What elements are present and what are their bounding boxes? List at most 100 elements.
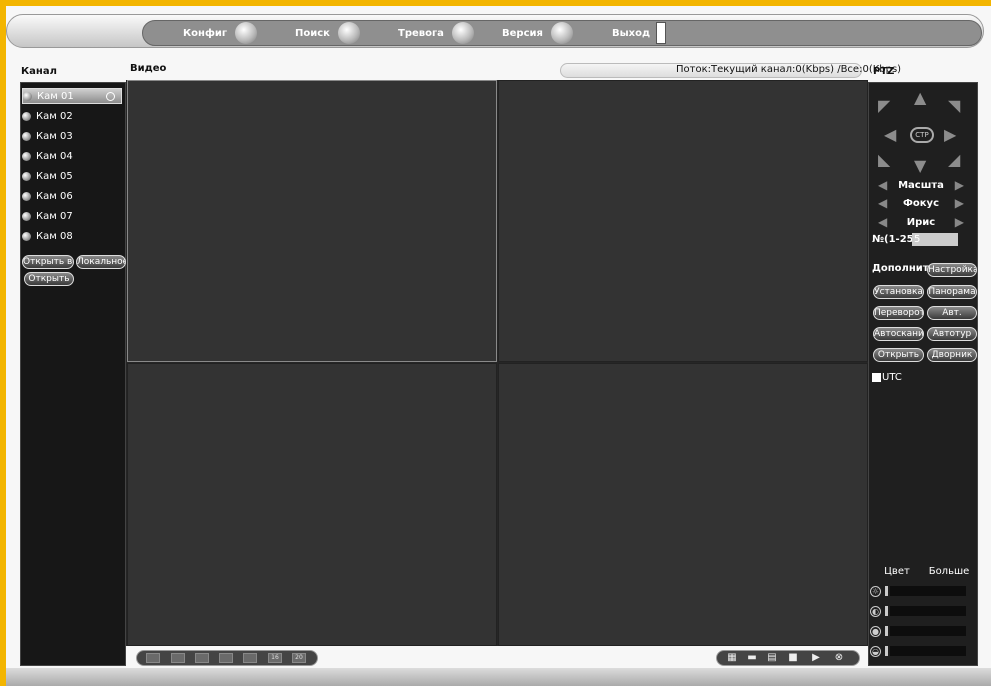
ptz-up-right-icon[interactable]: ◥ bbox=[948, 98, 960, 114]
channel-item[interactable]: Кам 04 bbox=[22, 148, 122, 164]
layout-6-button[interactable] bbox=[195, 653, 209, 663]
focus-row: ◀ Фокус ▶ bbox=[878, 195, 964, 211]
autoscan-button[interactable]: Автосканир bbox=[873, 327, 924, 341]
channel-item[interactable]: Кам 08 bbox=[22, 228, 122, 244]
camera-status-icon bbox=[23, 91, 32, 101]
slider-track[interactable] bbox=[890, 646, 966, 656]
flip-button[interactable]: Переворот bbox=[873, 306, 924, 320]
channel-item[interactable]: Кам 01 bbox=[22, 88, 122, 104]
camera-status-icon bbox=[22, 131, 31, 141]
contrast-icon: ◐ bbox=[870, 605, 881, 617]
iris-close-icon[interactable]: ◀ bbox=[878, 215, 887, 229]
preset-set-button[interactable]: Установка bbox=[873, 285, 924, 299]
autotour-button[interactable]: Автотур bbox=[927, 327, 977, 341]
ptz-down-icon[interactable]: ▼ bbox=[914, 158, 926, 174]
utc-option[interactable]: UTC bbox=[872, 372, 902, 383]
channel-label: Кам 07 bbox=[36, 210, 73, 222]
video-cell-3[interactable] bbox=[127, 363, 497, 646]
slider-thumb[interactable] bbox=[885, 626, 888, 636]
contrast-slider[interactable]: ◐ bbox=[870, 604, 966, 618]
record-indicator-icon bbox=[106, 91, 115, 101]
video-cell-2[interactable] bbox=[498, 80, 868, 362]
focus-far-icon[interactable]: ▶ bbox=[955, 196, 964, 210]
layout-9-button[interactable] bbox=[243, 653, 257, 663]
channel-item[interactable]: Кам 03 bbox=[22, 128, 122, 144]
channel-label: Кам 02 bbox=[36, 110, 73, 122]
hue-slider[interactable]: ◒ bbox=[870, 644, 966, 658]
camera-status-icon bbox=[22, 211, 31, 221]
zoom-in-icon[interactable]: ▶ bbox=[955, 178, 964, 192]
channel-item[interactable]: Кам 06 bbox=[22, 188, 122, 204]
camera-status-icon bbox=[22, 171, 31, 181]
menu-version[interactable]: Версия bbox=[502, 22, 573, 44]
saturation-slider[interactable]: ● bbox=[870, 624, 966, 638]
layout-8-button[interactable] bbox=[219, 653, 233, 663]
channel-label: Кам 04 bbox=[36, 150, 73, 162]
slider-thumb[interactable] bbox=[885, 586, 888, 596]
video-cell-4[interactable] bbox=[498, 363, 868, 646]
slider-track[interactable] bbox=[890, 606, 966, 616]
iris-row: ◀ Ирис ▶ bbox=[878, 214, 964, 230]
ptz-right-icon[interactable]: ▶ bbox=[944, 127, 956, 143]
snapshot-icon[interactable]: ▦ bbox=[726, 652, 738, 664]
tab-color[interactable]: Цвет bbox=[876, 564, 918, 580]
zoom-row: ◀ Масшта ▶ bbox=[878, 177, 964, 193]
menu-alarm-label: Тревога bbox=[398, 27, 444, 39]
video-cell-1[interactable] bbox=[127, 80, 497, 362]
ptz-header: PTZ bbox=[873, 66, 895, 77]
ptz-open-button[interactable]: Открыть bbox=[873, 348, 924, 362]
slider-track[interactable] bbox=[890, 586, 966, 596]
ptz-center-button[interactable]: CTP bbox=[910, 127, 934, 143]
layout-20-button[interactable]: 20 bbox=[292, 653, 306, 663]
exit-icon[interactable] bbox=[656, 22, 666, 44]
menu-config[interactable]: Конфиг bbox=[183, 22, 258, 44]
menu-version-label: Версия bbox=[502, 27, 543, 39]
config-icon bbox=[235, 22, 258, 44]
camera-icon[interactable]: ■ bbox=[787, 652, 799, 664]
layout-16-button[interactable]: 16 bbox=[268, 653, 282, 663]
close-icon[interactable]: ⊗ bbox=[833, 652, 845, 664]
local-button[interactable]: Локальное bbox=[76, 255, 126, 269]
channel-item[interactable]: Кам 07 bbox=[22, 208, 122, 224]
menu-search-label: Поиск bbox=[295, 27, 330, 39]
audio-icon[interactable]: ▶ bbox=[810, 652, 822, 664]
slider-thumb[interactable] bbox=[885, 646, 888, 656]
wiper-button[interactable]: Дворник bbox=[927, 348, 977, 362]
channel-label: Кам 08 bbox=[36, 230, 73, 242]
utc-checkbox[interactable] bbox=[872, 373, 881, 382]
slider-track[interactable] bbox=[890, 626, 966, 636]
brightness-slider[interactable]: ☼ bbox=[870, 584, 966, 598]
slider-thumb[interactable] bbox=[885, 606, 888, 616]
settings-button[interactable]: Настройка bbox=[927, 263, 977, 277]
ptz-up-icon[interactable]: ▲ bbox=[914, 90, 926, 106]
menu-config-label: Конфиг bbox=[183, 27, 228, 39]
open-all-button[interactable]: Открыть все bbox=[22, 255, 74, 269]
ptz-up-left-icon[interactable]: ◤ bbox=[878, 98, 890, 114]
playback-icon[interactable]: ▤ bbox=[766, 652, 778, 664]
zoom-label: Масшта bbox=[898, 179, 944, 191]
channel-item[interactable]: Кам 05 bbox=[22, 168, 122, 184]
iris-open-icon[interactable]: ▶ bbox=[955, 215, 964, 229]
alarm-icon bbox=[451, 22, 474, 44]
version-icon bbox=[550, 22, 573, 44]
channel-label: Кам 06 bbox=[36, 190, 73, 202]
channel-item[interactable]: Кам 02 bbox=[22, 108, 122, 124]
tab-more[interactable]: Больше bbox=[926, 564, 972, 580]
zoom-out-icon[interactable]: ◀ bbox=[878, 178, 887, 192]
preset-number-input[interactable] bbox=[912, 233, 958, 246]
panorama-button[interactable]: Панорама bbox=[927, 285, 977, 299]
menu-exit-label: Выход bbox=[612, 27, 651, 39]
menu-alarm[interactable]: Тревога bbox=[398, 22, 474, 44]
open-button[interactable]: Открыть bbox=[24, 272, 74, 286]
ptz-down-left-icon[interactable]: ◣ bbox=[878, 152, 890, 168]
menu-search[interactable]: Поиск bbox=[295, 22, 360, 44]
layout-4-button[interactable] bbox=[171, 653, 185, 663]
menu-exit[interactable]: Выход bbox=[612, 22, 650, 44]
focus-near-icon[interactable]: ◀ bbox=[878, 196, 887, 210]
ptz-left-icon[interactable]: ◀ bbox=[884, 127, 896, 143]
ptz-down-right-icon[interactable]: ◢ bbox=[948, 152, 960, 168]
layout-1-button[interactable] bbox=[146, 653, 160, 663]
auto-button[interactable]: Авт. bbox=[927, 306, 977, 320]
record-icon[interactable]: ▬ bbox=[746, 652, 758, 664]
bottom-bar bbox=[6, 668, 991, 686]
